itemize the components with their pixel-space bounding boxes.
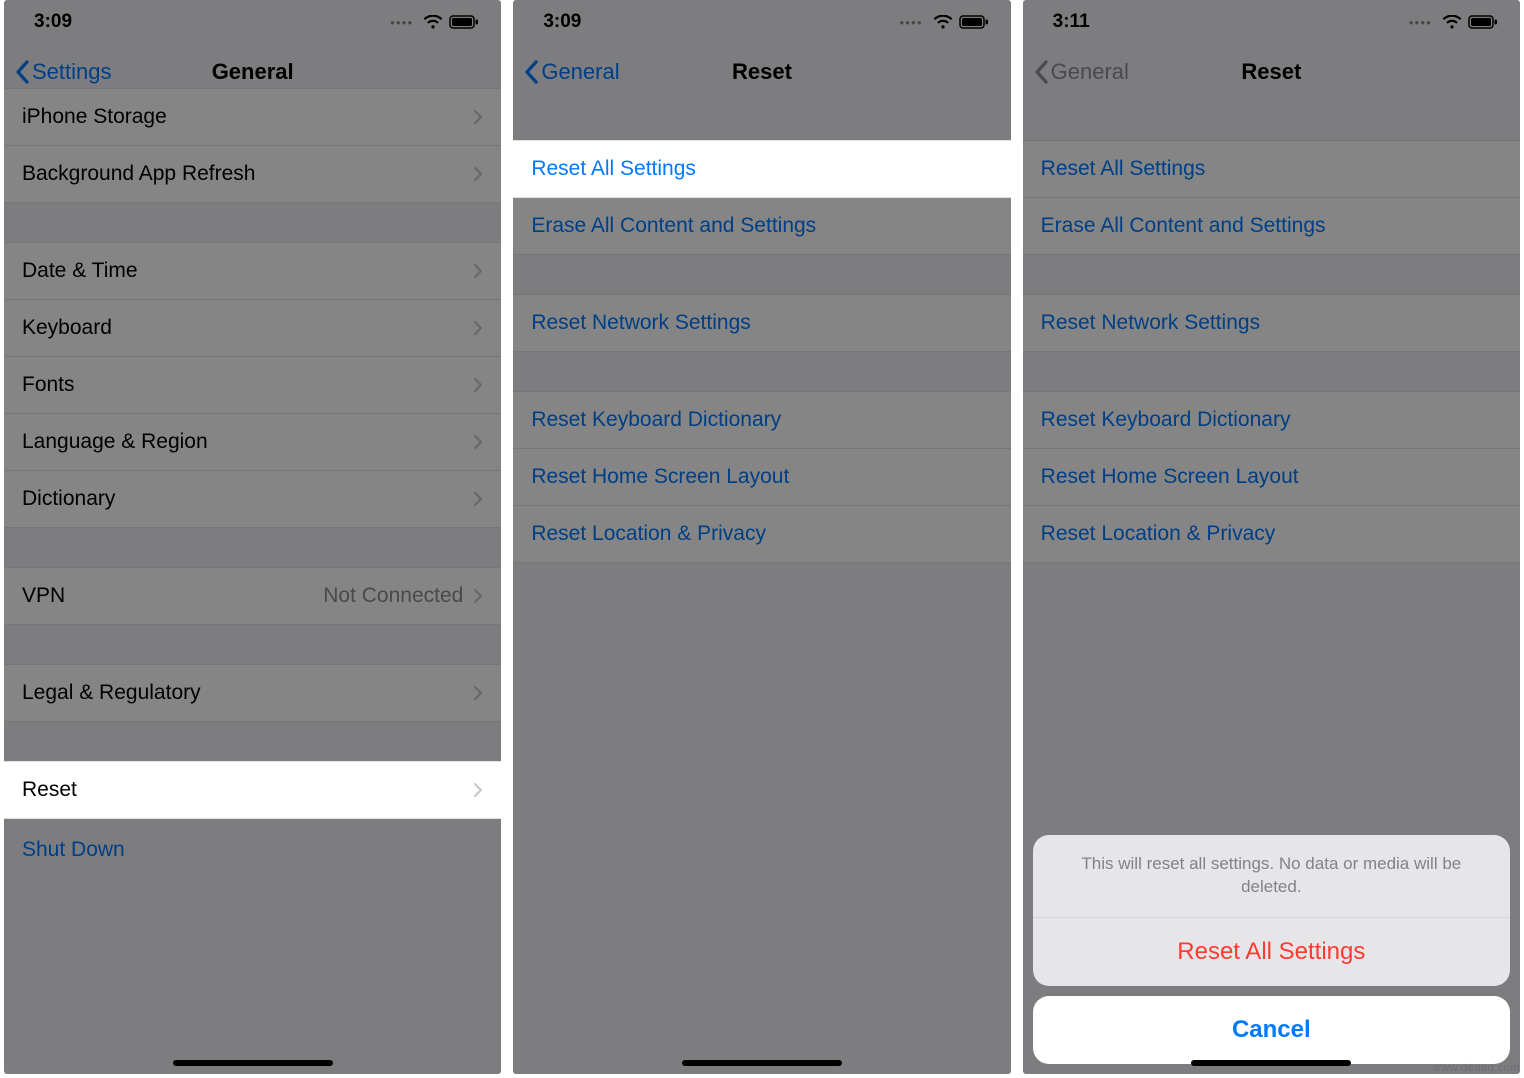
row-fonts[interactable]: Fonts bbox=[4, 356, 501, 414]
row-reset-network: Reset Network Settings bbox=[1023, 294, 1520, 352]
row-reset-keyboard-dictionary: Reset Keyboard Dictionary bbox=[1023, 391, 1520, 449]
status-bar: 3:11 ●●●● bbox=[1023, 0, 1520, 44]
status-bar: 3:09 ●●●● bbox=[4, 0, 501, 44]
cancel-button[interactable]: Cancel bbox=[1033, 996, 1510, 1064]
chevron-right-icon bbox=[473, 320, 483, 336]
back-button: General bbox=[1033, 59, 1129, 85]
cellular-dots-icon: ●●●● bbox=[1409, 18, 1432, 27]
cellular-dots-icon: ●●●● bbox=[390, 18, 413, 27]
row-date-time[interactable]: Date & Time bbox=[4, 242, 501, 300]
row-label: Legal & Regulatory bbox=[22, 681, 201, 705]
row-background-refresh[interactable]: Background App Refresh bbox=[4, 145, 501, 203]
row-language-region[interactable]: Language & Region bbox=[4, 413, 501, 471]
row-label: Reset Location & Privacy bbox=[1041, 522, 1276, 546]
row-label: Reset Location & Privacy bbox=[531, 522, 766, 546]
nav-bar: General Reset bbox=[1023, 44, 1520, 100]
chevron-right-icon bbox=[473, 491, 483, 507]
wifi-icon bbox=[1442, 15, 1462, 30]
back-label: General bbox=[1051, 59, 1129, 85]
nav-bar: General Reset bbox=[513, 44, 1010, 100]
row-label: Dictionary bbox=[22, 487, 115, 511]
chevron-right-icon bbox=[473, 782, 483, 798]
row-label: Reset Home Screen Layout bbox=[1041, 465, 1299, 489]
wifi-icon bbox=[423, 15, 443, 30]
row-iphone-storage[interactable]: iPhone Storage bbox=[4, 88, 501, 146]
row-label: Fonts bbox=[22, 373, 75, 397]
row-label: Reset Network Settings bbox=[531, 311, 750, 335]
row-reset-location-privacy[interactable]: Reset Location & Privacy bbox=[513, 505, 1010, 563]
back-button[interactable]: Settings bbox=[14, 59, 112, 85]
row-erase-all[interactable]: Erase All Content and Settings bbox=[513, 197, 1010, 255]
battery-icon bbox=[1468, 15, 1498, 29]
home-indicator[interactable] bbox=[1191, 1060, 1351, 1066]
row-reset[interactable]: Reset bbox=[4, 761, 501, 819]
status-bar: 3:09 ●●●● bbox=[513, 0, 1010, 44]
back-label: General bbox=[541, 59, 619, 85]
row-label: Shut Down bbox=[22, 838, 125, 861]
chevron-left-icon bbox=[1033, 60, 1049, 84]
row-vpn[interactable]: VPN Not Connected bbox=[4, 567, 501, 625]
row-legal[interactable]: Legal & Regulatory bbox=[4, 664, 501, 722]
row-value: Not Connected bbox=[323, 584, 463, 608]
chevron-right-icon bbox=[473, 377, 483, 393]
status-time: 3:09 bbox=[543, 11, 581, 33]
row-label: Background App Refresh bbox=[22, 162, 255, 186]
row-reset-keyboard-dictionary[interactable]: Reset Keyboard Dictionary bbox=[513, 391, 1010, 449]
row-dictionary[interactable]: Dictionary bbox=[4, 470, 501, 528]
home-indicator[interactable] bbox=[173, 1060, 333, 1066]
row-erase-all: Erase All Content and Settings bbox=[1023, 197, 1520, 255]
row-label: Date & Time bbox=[22, 259, 138, 283]
back-label: Settings bbox=[32, 59, 112, 85]
row-reset-home-layout: Reset Home Screen Layout bbox=[1023, 448, 1520, 506]
row-label: Reset Keyboard Dictionary bbox=[1041, 408, 1291, 432]
battery-icon bbox=[959, 15, 989, 29]
row-reset-all-settings[interactable]: Reset All Settings bbox=[513, 140, 1010, 198]
chevron-right-icon bbox=[473, 263, 483, 279]
chevron-right-icon bbox=[473, 109, 483, 125]
chevron-right-icon bbox=[473, 588, 483, 604]
cellular-dots-icon: ●●●● bbox=[899, 18, 922, 27]
row-label: Erase All Content and Settings bbox=[531, 214, 816, 238]
action-sheet-message: This will reset all settings. No data or… bbox=[1033, 835, 1510, 917]
back-button[interactable]: General bbox=[523, 59, 619, 85]
chevron-right-icon bbox=[473, 434, 483, 450]
row-reset-location-privacy: Reset Location & Privacy bbox=[1023, 505, 1520, 563]
row-reset-all-settings: Reset All Settings bbox=[1023, 140, 1520, 198]
row-label: Erase All Content and Settings bbox=[1041, 214, 1326, 238]
row-reset-network[interactable]: Reset Network Settings bbox=[513, 294, 1010, 352]
home-indicator[interactable] bbox=[682, 1060, 842, 1066]
phone-reset-confirm: 3:11 ●●●● General Reset Reset All Settin… bbox=[1023, 0, 1520, 1074]
row-label: Reset Home Screen Layout bbox=[531, 465, 789, 489]
phone-reset: 3:09 ●●●● General Reset Reset All Settin… bbox=[513, 0, 1010, 1074]
reset-all-settings-button[interactable]: Reset All Settings bbox=[1033, 918, 1510, 986]
battery-icon bbox=[449, 15, 479, 29]
status-time: 3:09 bbox=[34, 11, 72, 33]
row-label: VPN bbox=[22, 584, 65, 608]
row-reset-home-layout[interactable]: Reset Home Screen Layout bbox=[513, 448, 1010, 506]
status-time: 3:11 bbox=[1053, 11, 1090, 33]
row-label: Reset bbox=[22, 778, 77, 802]
phone-general: 3:09 ●●●● Settings General iPhone Storag… bbox=[4, 0, 501, 1074]
chevron-left-icon bbox=[14, 60, 30, 84]
watermark: www.deuaq.com bbox=[1433, 1062, 1520, 1074]
row-label: Reset All Settings bbox=[531, 157, 696, 181]
row-label: Reset Network Settings bbox=[1041, 311, 1260, 335]
action-sheet: This will reset all settings. No data or… bbox=[1033, 835, 1510, 1064]
row-label: Keyboard bbox=[22, 316, 112, 340]
wifi-icon bbox=[933, 15, 953, 30]
row-label: iPhone Storage bbox=[22, 105, 167, 129]
chevron-left-icon bbox=[523, 60, 539, 84]
chevron-right-icon bbox=[473, 166, 483, 182]
row-label: Reset All Settings bbox=[1041, 157, 1206, 181]
row-keyboard[interactable]: Keyboard bbox=[4, 299, 501, 357]
row-shutdown[interactable]: Shut Down bbox=[4, 818, 501, 870]
row-label: Language & Region bbox=[22, 430, 208, 454]
chevron-right-icon bbox=[473, 685, 483, 701]
row-label: Reset Keyboard Dictionary bbox=[531, 408, 781, 432]
